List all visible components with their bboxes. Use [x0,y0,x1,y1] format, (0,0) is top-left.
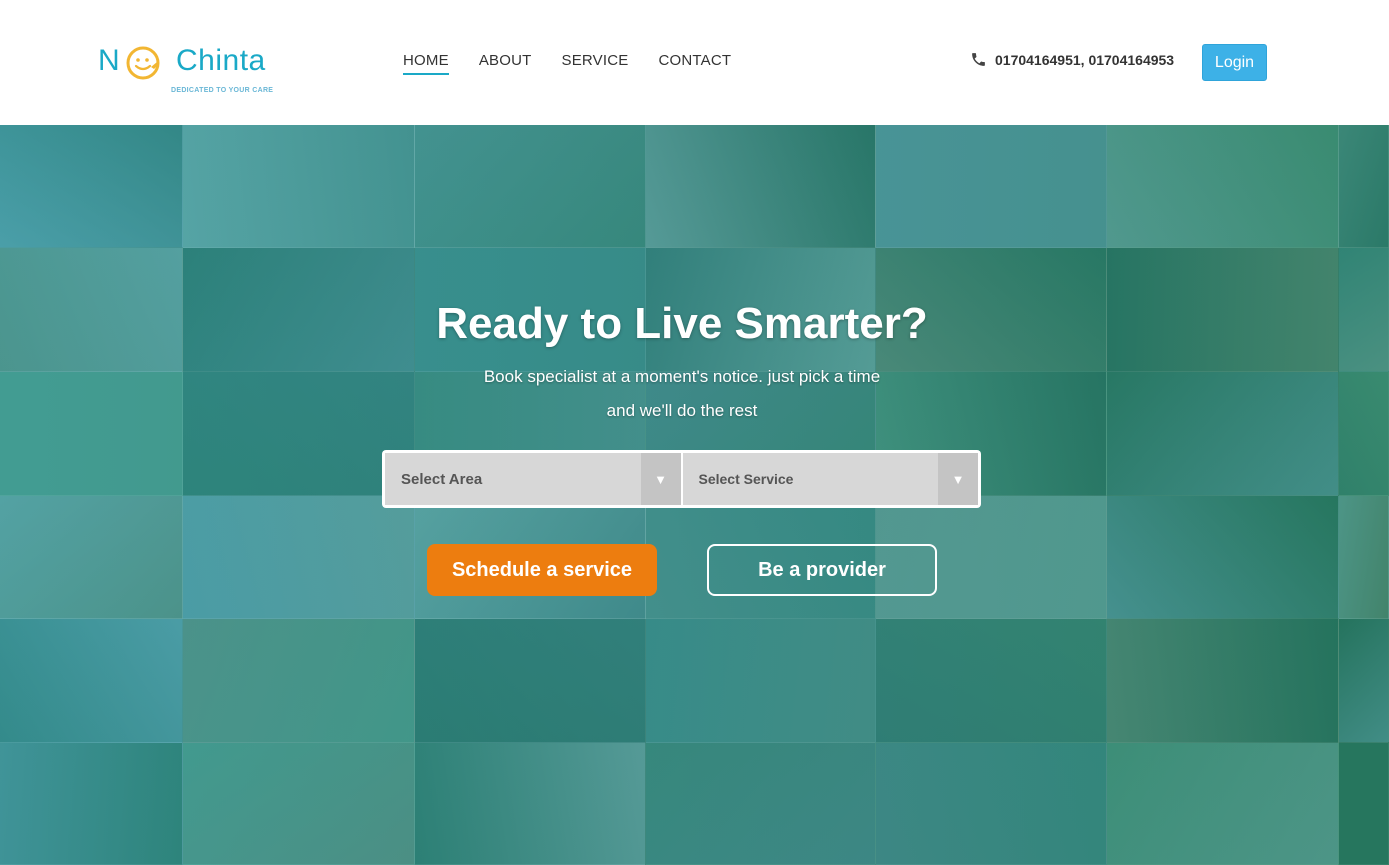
schedule-service-button[interactable]: Schedule a service [427,544,657,596]
nav-contact[interactable]: CONTACT [658,52,731,75]
logo-tagline: DEDICATED TO YOUR CARE [171,87,274,94]
search-selects: Select Area ▼ Select Service ▼ [382,450,981,508]
site-header: N Chinta DEDICATED TO YOUR CARE HOME ABO… [0,0,1389,125]
nav-about[interactable]: ABOUT [479,52,532,75]
dropdown-arrow-icon[interactable]: ▼ [640,453,681,505]
phone-icon [972,53,985,66]
phone-number-1[interactable]: 01704164951 [995,52,1081,68]
hero-section: Ready to Live Smarter? Book specialist a… [0,125,1389,865]
dropdown-arrow-icon[interactable]: ▼ [938,453,978,505]
hero-subtitle: Book specialist at a moment's notice. ju… [483,367,881,420]
login-button[interactable]: Login [1202,44,1267,81]
nav-service[interactable]: SERVICE [562,52,629,75]
select-service-dropdown[interactable]: Select Service ▼ [682,453,978,505]
logo[interactable]: N Chinta DEDICATED TO YOUR CARE [98,44,278,98]
logo-text: Chinta [176,44,266,77]
select-area-value: Select Area [401,470,483,488]
nav-home[interactable]: HOME [403,52,449,75]
logo-letter-n: N [98,44,121,77]
phone-separator: , [1080,51,1089,68]
smiley-icon [126,46,160,80]
main-nav: HOME ABOUT SERVICE CONTACT [403,52,761,75]
be-provider-button[interactable]: Be a provider [707,544,937,596]
phone-contact: 01704164951, 01704164953 [970,51,1174,68]
hero-title: Ready to Live Smarter? [436,299,928,348]
select-area-dropdown[interactable]: Select Area ▼ [385,453,681,505]
phone-number-2[interactable]: 01704164953 [1088,52,1174,68]
select-service-value: Select Service [698,471,794,487]
